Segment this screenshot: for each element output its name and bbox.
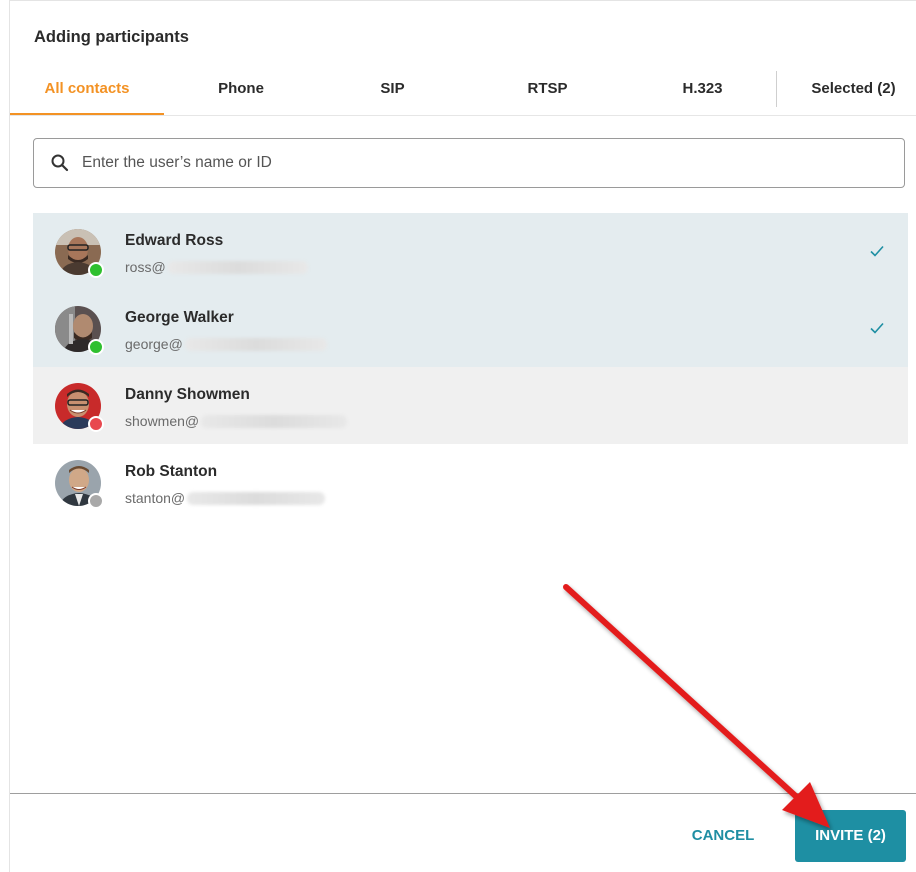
email-prefix: showmen@ (125, 413, 200, 429)
add-participants-dialog: Adding participants All contacts Phone S… (9, 0, 916, 872)
contact-email: stanton@ (125, 490, 326, 506)
tab-sip[interactable]: SIP (335, 69, 450, 113)
tab-selected[interactable]: Selected (2) (791, 69, 916, 113)
contact-list: Edward Ross ross@ George Walker george@ … (33, 213, 908, 521)
email-prefix: stanton@ (125, 490, 186, 506)
status-online-icon (88, 262, 104, 278)
status-offline-icon (88, 493, 104, 509)
contact-row-edward-ross[interactable]: Edward Ross ross@ (33, 213, 908, 290)
avatar (55, 460, 104, 509)
contact-row-rob-stanton[interactable]: Rob Stanton stanton@ (33, 444, 908, 521)
contact-email: george@ (125, 336, 327, 352)
contact-name: Rob Stanton (125, 463, 218, 480)
contact-name: Edward Ross (125, 232, 224, 249)
dialog-title: Adding participants (34, 28, 189, 46)
invite-button[interactable]: INVITE (2) (795, 810, 906, 862)
tab-h323[interactable]: H.323 (645, 69, 760, 113)
cancel-button[interactable]: CANCEL (680, 811, 766, 861)
email-redacted (167, 260, 308, 274)
avatar (55, 306, 104, 355)
contact-name: Danny Showmen (125, 386, 250, 403)
search-input[interactable] (80, 153, 904, 173)
contact-name: George Walker (125, 309, 234, 326)
contact-row-danny-showmen[interactable]: Danny Showmen showmen@ (33, 367, 908, 444)
contact-row-george-walker[interactable]: George Walker george@ (33, 290, 908, 367)
check-icon (870, 322, 884, 334)
email-redacted (184, 337, 327, 351)
tab-all-contacts[interactable]: All contacts (10, 69, 164, 115)
search-icon (51, 154, 69, 172)
email-prefix: george@ (125, 336, 183, 352)
status-busy-icon (88, 416, 104, 432)
search-box[interactable] (33, 138, 905, 188)
contact-email: showmen@ (125, 413, 348, 429)
status-online-icon (88, 339, 104, 355)
email-redacted (201, 414, 348, 428)
tab-divider (776, 71, 777, 107)
avatar (55, 383, 104, 432)
contact-email: ross@ (125, 259, 308, 275)
tab-phone[interactable]: Phone (181, 69, 301, 113)
tab-rtsp[interactable]: RTSP (490, 69, 605, 113)
footer-divider (10, 793, 916, 794)
email-redacted (187, 491, 326, 505)
email-prefix: ross@ (125, 259, 166, 275)
tab-bar: All contacts Phone SIP RTSP H.323 Select… (10, 69, 916, 116)
check-icon (870, 245, 884, 257)
avatar (55, 229, 104, 278)
